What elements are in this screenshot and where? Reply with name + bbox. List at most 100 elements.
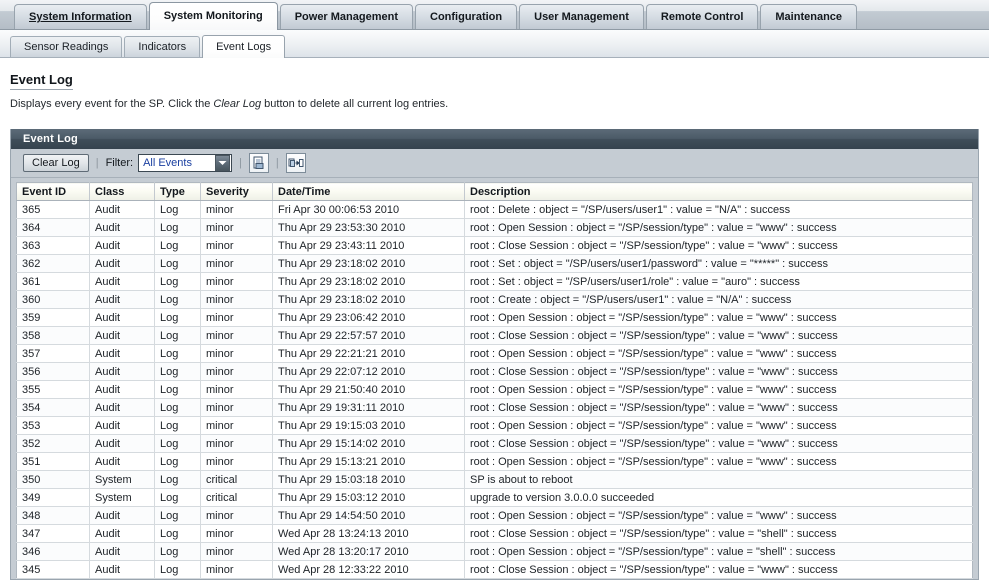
cell-class: Audit (89, 254, 155, 273)
column-header-description[interactable]: Description (464, 182, 973, 201)
table-row[interactable]: 362 Audit Log minor Thu Apr 29 23:18:02 2010… (16, 254, 973, 273)
cell-event-id: 357 (16, 344, 90, 363)
cell-type: Log (154, 218, 201, 237)
cell-event-id: 353 (16, 416, 90, 435)
cell-severity: minor (200, 290, 273, 309)
cell-severity: minor (200, 560, 273, 579)
cell-description: root : Close Session : object = "/SP/ses… (464, 524, 973, 543)
cell-description: root : Open Session : object = "/SP/sess… (464, 218, 973, 237)
column-header-severity[interactable]: Severity (200, 182, 273, 201)
cell-event-id: 352 (16, 434, 90, 453)
event-log-table-wrapper: Event ID Class Type Severity Date/Time Descri… (11, 178, 978, 579)
table-row[interactable]: 351 Audit Log minor Thu Apr 29 15:13:21 2010… (16, 452, 973, 471)
cell-severity: minor (200, 344, 273, 363)
page-title: Event Log (10, 72, 73, 90)
table-row[interactable]: 345 Audit Log minor Wed Apr 28 12:33:22 2010… (16, 560, 973, 579)
cell-description: root : Set : object = "/SP/users/user1/p… (464, 254, 973, 273)
cell-description: root : Close Session : object = "/SP/ses… (464, 326, 973, 345)
column-header-date-time[interactable]: Date/Time (272, 182, 465, 201)
table-row[interactable]: 359 Audit Log minor Thu Apr 29 23:06:42 2010… (16, 308, 973, 327)
event-log-table: Event ID Class Type Severity Date/Time Descri… (16, 182, 973, 579)
cell-type: Log (154, 398, 201, 417)
cell-severity: minor (200, 380, 273, 399)
cell-type: Log (154, 524, 201, 543)
cell-datetime: Thu Apr 29 22:57:57 2010 (272, 326, 465, 345)
cell-event-id: 363 (16, 236, 90, 255)
clear-log-button[interactable]: Clear Log (23, 154, 89, 172)
cell-datetime: Fri Apr 30 00:06:53 2010 (272, 200, 465, 219)
cell-class: Audit (89, 398, 155, 417)
cell-class: System (89, 488, 155, 507)
document-save-icon[interactable] (248, 153, 269, 173)
cell-datetime: Thu Apr 29 23:18:02 2010 (272, 290, 465, 309)
table-row[interactable]: 354 Audit Log minor Thu Apr 29 19:31:11 2010… (16, 398, 973, 417)
cell-class: Audit (89, 416, 155, 435)
cell-type: Log (154, 560, 201, 579)
cell-type: Log (154, 380, 201, 399)
cell-severity: minor (200, 416, 273, 435)
page-description-tail: button to delete all current log entries… (261, 98, 449, 110)
cell-class: Audit (89, 272, 155, 291)
filter-select[interactable]: All Events (138, 154, 233, 172)
nav-tab-user-management[interactable]: User Management (519, 4, 644, 29)
cell-datetime: Thu Apr 29 15:14:02 2010 (272, 434, 465, 453)
cell-event-id: 347 (16, 524, 90, 543)
column-header-type[interactable]: Type (154, 182, 201, 201)
nav-tab-system-information[interactable]: System Information (14, 4, 147, 29)
cell-class: Audit (89, 326, 155, 345)
nav-tab-configuration[interactable]: Configuration (415, 4, 518, 29)
cell-type: Log (154, 308, 201, 327)
subnav-tab-event-logs[interactable]: Event Logs (202, 35, 286, 58)
page-description: Displays every event for the SP. Click t… (10, 98, 979, 110)
table-row[interactable]: 349 System Log critical Thu Apr 29 15:03:12 … (16, 488, 973, 507)
table-row[interactable]: 364 Audit Log minor Thu Apr 29 23:53:30 2010… (16, 218, 973, 237)
cell-description: root : Open Session : object = "/SP/sess… (464, 344, 973, 363)
cell-event-id: 351 (16, 452, 90, 471)
copy-to-file-icon[interactable] (285, 153, 306, 173)
cell-description: root : Close Session : object = "/SP/ses… (464, 362, 973, 381)
table-row[interactable]: 350 System Log critical Thu Apr 29 15:03:18 … (16, 470, 973, 489)
subnav-tab-indicators[interactable]: Indicators (124, 36, 201, 57)
table-row[interactable]: 356 Audit Log minor Thu Apr 29 22:07:12 2010… (16, 362, 973, 381)
nav-tab-system-monitoring[interactable]: System Monitoring (148, 2, 278, 30)
cell-severity: minor (200, 434, 273, 453)
table-body: 365 Audit Log minor Fri Apr 30 00:06:53 2010… (16, 200, 973, 579)
page-description-lead: Displays every event for the SP. Click t… (10, 98, 214, 110)
cell-severity: minor (200, 506, 273, 525)
cell-type: Log (154, 272, 201, 291)
table-row[interactable]: 360 Audit Log minor Thu Apr 29 23:18:02 2010… (16, 290, 973, 309)
column-header-class[interactable]: Class (89, 182, 155, 201)
toolbar-separator-1: | (95, 157, 99, 169)
cell-description: root : Create : object = "/SP/users/user… (464, 290, 973, 309)
table-row[interactable]: 353 Audit Log minor Thu Apr 29 19:15:03 2010… (16, 416, 973, 435)
cell-datetime: Thu Apr 29 23:18:02 2010 (272, 254, 465, 273)
table-row[interactable]: 365 Audit Log minor Fri Apr 30 00:06:53 2010… (16, 200, 973, 219)
table-header-row: Event ID Class Type Severity Date/Time Descri… (16, 182, 973, 201)
nav-tab-label: Maintenance (775, 11, 843, 23)
table-row[interactable]: 347 Audit Log minor Wed Apr 28 13:24:13 2010… (16, 524, 973, 543)
table-row[interactable]: 348 Audit Log minor Thu Apr 29 14:54:50 2010… (16, 506, 973, 525)
table-row[interactable]: 346 Audit Log minor Wed Apr 28 13:20:17 2010… (16, 542, 973, 561)
cell-event-id: 349 (16, 488, 90, 507)
cell-class: Audit (89, 506, 155, 525)
subnav-tab-sensor-readings[interactable]: Sensor Readings (10, 36, 123, 57)
panel-header: Event Log (11, 129, 978, 149)
cell-description: root : Close Session : object = "/SP/ses… (464, 560, 973, 579)
nav-tab-power-management[interactable]: Power Management (279, 4, 414, 29)
column-header-event-id[interactable]: Event ID (16, 182, 90, 201)
table-row[interactable]: 361 Audit Log minor Thu Apr 29 23:18:02 2010… (16, 272, 973, 291)
event-log-panel: Event Log Clear Log | Filter: All Events… (10, 129, 979, 580)
cell-datetime: Thu Apr 29 23:43:11 2010 (272, 236, 465, 255)
table-row[interactable]: 352 Audit Log minor Thu Apr 29 15:14:02 2010… (16, 434, 973, 453)
nav-tab-label: Power Management (294, 11, 399, 23)
table-row[interactable]: 357 Audit Log minor Thu Apr 29 22:21:21 2010… (16, 344, 973, 363)
nav-tab-maintenance[interactable]: Maintenance (760, 4, 858, 29)
cell-type: Log (154, 452, 201, 471)
table-row[interactable]: 358 Audit Log minor Thu Apr 29 22:57:57 2010… (16, 326, 973, 345)
table-row[interactable]: 355 Audit Log minor Thu Apr 29 21:50:40 2010… (16, 380, 973, 399)
cell-severity: minor (200, 308, 273, 327)
cell-description: upgrade to version 3.0.0.0 succeeded (464, 488, 973, 507)
nav-tab-remote-control[interactable]: Remote Control (645, 4, 759, 29)
cell-event-id: 350 (16, 470, 90, 489)
table-row[interactable]: 363 Audit Log minor Thu Apr 29 23:43:11 2010… (16, 236, 973, 255)
